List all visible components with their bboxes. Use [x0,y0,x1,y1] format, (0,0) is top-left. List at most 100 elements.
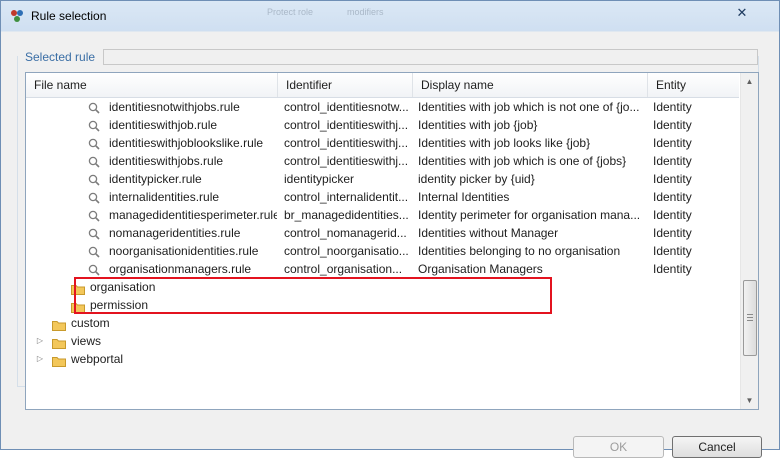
tree-folder-row[interactable]: organisation [26,278,739,296]
scroll-thumb[interactable] [743,280,757,356]
search-icon [88,191,100,204]
folder-icon [52,318,66,331]
display-name-cell: Identities with job which is one of {job… [418,154,627,168]
cancel-button[interactable]: Cancel [672,436,762,458]
entity-cell: Identity [653,262,692,276]
file-name-cell: organisationmanagers.rule [109,262,252,276]
display-name-cell: Identities without Manager [418,226,559,240]
folder-icon [71,282,85,295]
tree-folder-row[interactable]: ▷ webportal [26,350,739,368]
identifier-cell: control_identitieswithj... [284,118,409,132]
display-name-cell: Identity perimeter for organisation mana… [418,208,641,222]
folder-icon [71,300,85,313]
table-row[interactable]: identitieswithjobs.rule control_identitie… [26,152,739,170]
entity-cell: Identity [653,172,692,186]
table-row[interactable]: noorganisationidentities.rule control_noo… [26,242,739,260]
file-name-cell: identitiesnotwithjobs.rule [109,100,240,114]
window-title: Rule selection [31,9,107,23]
identifier-cell: control_noorganisatio... [284,244,409,258]
file-name-cell: identitieswithjobs.rule [109,154,224,168]
folder-name: custom [71,316,110,330]
entity-cell: Identity [653,208,692,222]
app-icon [10,9,24,23]
search-icon [88,101,100,114]
expand-arrow-icon[interactable]: ▷ [35,350,45,368]
table-row[interactable]: organisationmanagers.rule control_organis… [26,260,739,278]
file-name-cell: identitieswithjoblookslike.rule [109,136,264,150]
folder-name: permission [90,298,149,312]
ok-button[interactable]: OK [573,436,664,458]
faint-title-text: Protect role [267,7,314,17]
entity-cell: Identity [653,244,692,258]
title-bar: Rule selection Protect role modifiers ✕ [1,1,779,31]
file-name-cell: nomanageridentities.rule [109,226,241,240]
table-row[interactable]: identitiesnotwithjobs.rule control_identi… [26,98,739,116]
close-icon: ✕ [736,5,748,20]
selected-rule-field [103,49,758,65]
folder-icon [52,354,66,367]
identifier-cell: br_managedidentities... [284,208,409,222]
entity-cell: Identity [653,136,692,150]
identifier-cell: control_identitiesnotw... [284,100,409,114]
search-icon [88,263,100,276]
file-name-cell: internalidentities.rule [109,190,220,204]
selected-rule-label: Selected rule [25,50,96,64]
table-row[interactable]: internalidentities.rule control_internali… [26,188,739,206]
file-name-cell: noorganisationidentities.rule [109,244,259,258]
rule-selection-dialog: Rule selection Protect role modifiers ✕ … [0,0,780,458]
file-name-cell: identitypicker.rule [109,172,202,186]
entity-cell: Identity [653,190,692,204]
folder-name: organisation [90,280,156,294]
dialog-content: Selected rule File name Identifier Displ… [2,32,778,458]
column-header-entity[interactable]: Entity [648,73,739,97]
vertical-scrollbar[interactable]: ▲ ▼ [740,73,758,409]
identifier-cell: control_identitieswithj... [284,154,409,168]
search-icon [88,155,100,168]
display-name-cell: identity picker by {uid} [418,172,535,186]
entity-cell: Identity [653,118,692,132]
rule-table[interactable]: File name Identifier Display name Entity… [25,72,759,410]
table-row[interactable]: nomanageridentities.rule control_nomanage… [26,224,739,242]
scroll-down-arrow-icon[interactable]: ▼ [741,392,758,409]
expand-arrow-icon[interactable]: ▷ [35,332,45,350]
search-icon [88,119,100,132]
search-icon [88,245,100,258]
identifier-cell: identitypicker [284,172,355,186]
table-row[interactable]: identitieswithjob.rule control_identities… [26,116,739,134]
file-name-cell: managedidentitiesperimeter.rule [109,208,277,222]
search-icon [88,227,100,240]
identifier-cell: control_nomanagerid... [284,226,407,240]
folder-icon [52,336,66,349]
display-name-cell: Identities with job {job} [418,118,538,132]
scroll-up-arrow-icon[interactable]: ▲ [741,73,758,90]
entity-cell: Identity [653,226,692,240]
table-header: File name Identifier Display name Entity [26,73,739,98]
entity-cell: Identity [653,154,692,168]
identifier-cell: control_organisation... [284,262,403,276]
search-icon [88,209,100,222]
search-icon [88,173,100,186]
column-header-display-name[interactable]: Display name [413,73,648,97]
close-button[interactable]: ✕ [732,5,752,21]
faint-title-text: modifiers [347,7,384,17]
display-name-cell: Identities with job which is not one of … [418,100,640,114]
display-name-cell: Organisation Managers [418,262,543,276]
column-header-file-name[interactable]: File name [26,73,278,97]
table-row[interactable]: identitypicker.rule identitypicker identit… [26,170,739,188]
folder-name: webportal [71,352,124,366]
folder-name: views [71,334,102,348]
tree-folder-row[interactable]: custom [26,314,739,332]
search-icon [88,137,100,150]
identifier-cell: control_identitieswithj... [284,136,409,150]
display-name-cell: Internal Identities [418,190,510,204]
entity-cell: Identity [653,100,692,114]
column-header-identifier[interactable]: Identifier [278,73,413,97]
display-name-cell: Identities belonging to no organisation [418,244,621,258]
table-row[interactable]: managedidentitiesperimeter.rule br_manage… [26,206,739,224]
tree-folder-row[interactable]: permission [26,296,739,314]
tree-folder-row[interactable]: ▷ views [26,332,739,350]
table-row[interactable]: identitieswithjoblookslike.rule control_i… [26,134,739,152]
file-name-cell: identitieswithjob.rule [109,118,218,132]
display-name-cell: Identities with job looks like {job} [418,136,591,150]
identifier-cell: control_internalidentit... [284,190,409,204]
